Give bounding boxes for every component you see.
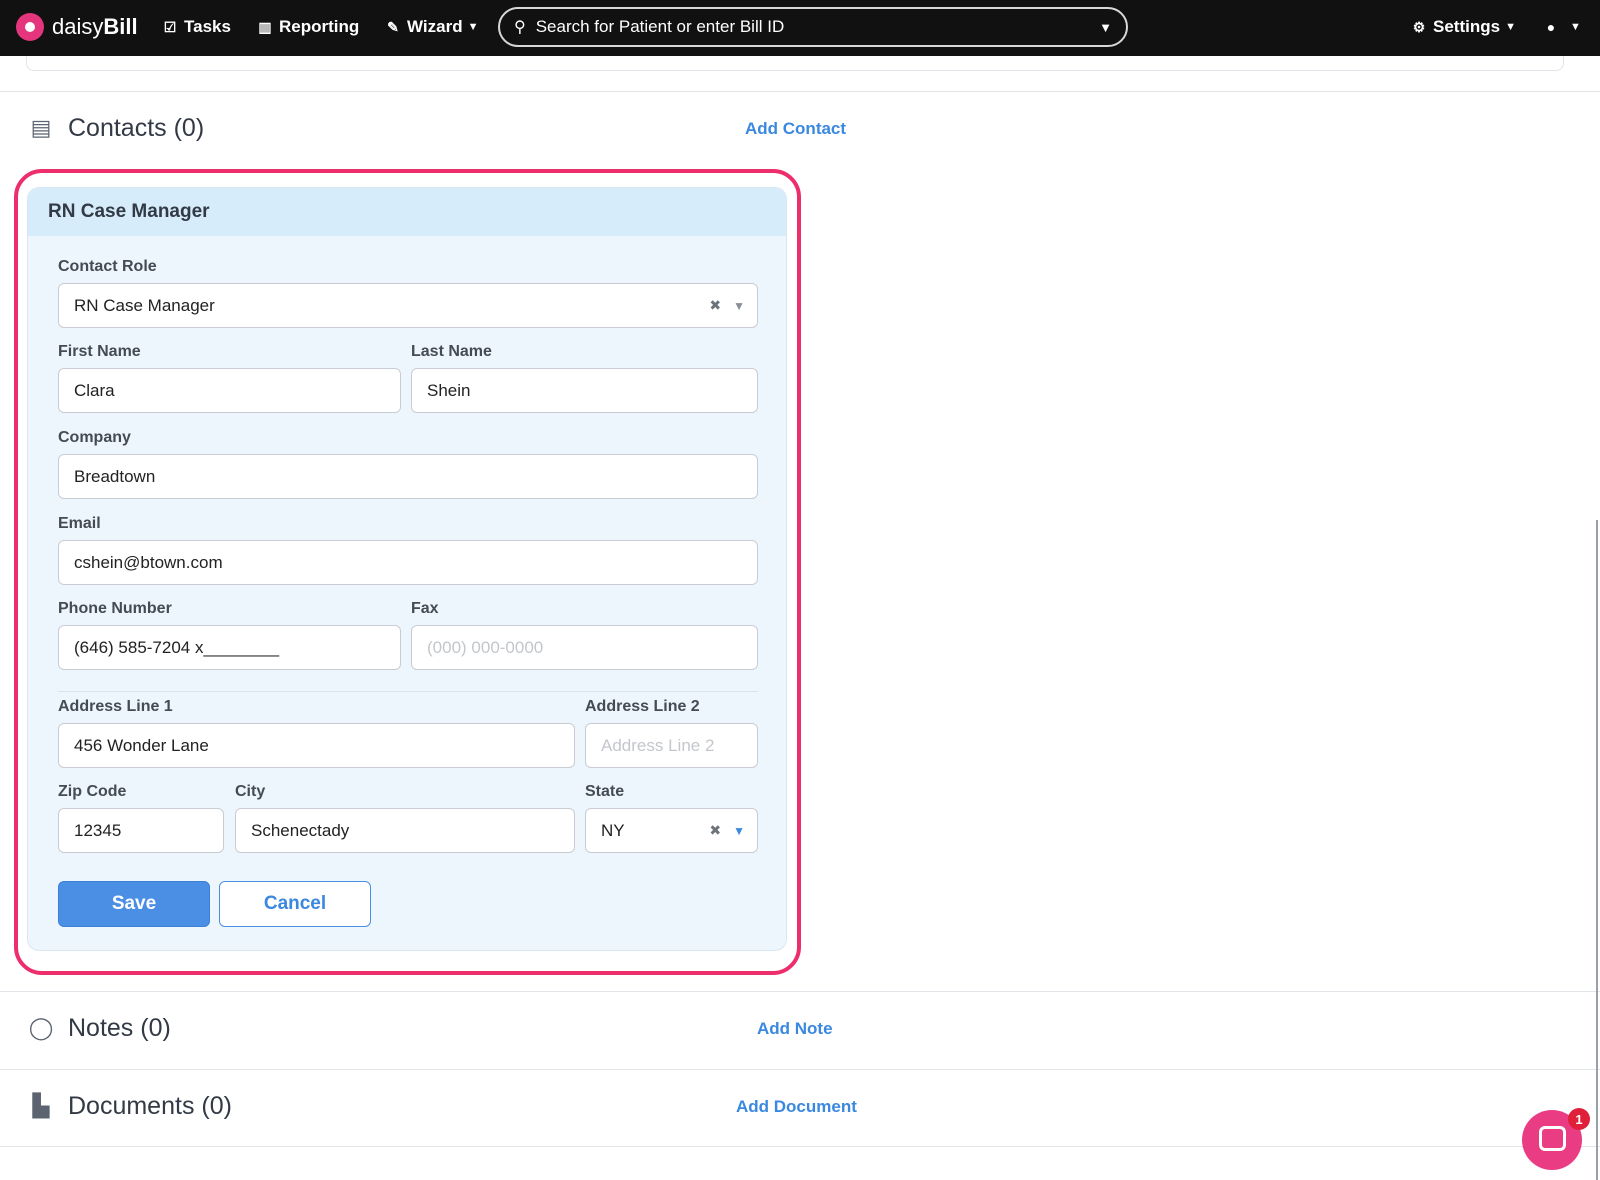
nav-reporting-label: Reporting bbox=[279, 17, 360, 36]
company-field[interactable] bbox=[58, 454, 758, 499]
first-name-field[interactable] bbox=[58, 368, 401, 413]
search-icon: ⚲ bbox=[514, 19, 526, 36]
section-divider bbox=[0, 91, 1600, 92]
state-value: NY bbox=[601, 820, 625, 840]
address-line-1-field[interactable] bbox=[58, 723, 575, 768]
chevron-down-icon[interactable]: ▼ bbox=[1099, 20, 1112, 35]
city-field[interactable] bbox=[235, 808, 575, 853]
speech-bubble-icon: ◯ bbox=[28, 1015, 54, 1040]
phone-number-field[interactable] bbox=[58, 625, 401, 670]
nav-settings-label: Settings bbox=[1433, 17, 1501, 36]
fax-field[interactable] bbox=[411, 625, 758, 670]
contact-card-header: RN Case Manager bbox=[28, 188, 786, 236]
documents-title: Documents (0) bbox=[68, 1091, 232, 1120]
notes-section-header: ◯ Notes (0) bbox=[28, 1010, 171, 1046]
fax-label: Fax bbox=[411, 600, 439, 617]
chat-icon bbox=[1539, 1126, 1566, 1151]
email-field[interactable] bbox=[58, 540, 758, 585]
company-label: Company bbox=[58, 429, 131, 446]
chevron-down-icon: ▼ bbox=[1570, 21, 1581, 33]
section-divider bbox=[0, 1069, 1600, 1070]
cancel-button[interactable]: Cancel bbox=[219, 881, 371, 927]
section-divider bbox=[0, 991, 1600, 992]
zip-code-field[interactable] bbox=[58, 808, 224, 853]
bar-chart-icon: ▥ bbox=[258, 18, 272, 35]
section-divider bbox=[0, 1146, 1600, 1147]
contact-form-card: RN Case Manager Contact Role RN Case Man… bbox=[27, 187, 787, 951]
documents-section-header: ▙ Documents (0) bbox=[28, 1088, 232, 1124]
contacts-title: Contacts (0) bbox=[68, 113, 205, 142]
contact-card-icon: ▤ bbox=[30, 115, 52, 140]
contact-role-value: RN Case Manager bbox=[74, 295, 215, 315]
save-button[interactable]: Save bbox=[58, 881, 210, 927]
email-label: Email bbox=[58, 515, 101, 532]
last-name-field[interactable] bbox=[411, 368, 758, 413]
contact-role-label: Contact Role bbox=[58, 258, 157, 275]
clipboard-check-icon: ☑ bbox=[163, 18, 177, 35]
last-name-label: Last Name bbox=[411, 343, 492, 360]
contact-role-select[interactable]: RN Case Manager ✖ ▼ bbox=[58, 283, 758, 328]
nav-wizard-label: Wizard bbox=[407, 17, 463, 36]
chat-notification-badge: 1 bbox=[1568, 1108, 1590, 1130]
state-select[interactable]: NY ✖ ▼ bbox=[585, 808, 758, 853]
chevron-down-icon: ▼ bbox=[467, 21, 479, 33]
user-circle-icon: ● bbox=[1546, 19, 1556, 35]
logo-text-bold: Bill bbox=[103, 14, 138, 39]
zip-code-label: Zip Code bbox=[58, 783, 127, 800]
search-placeholder: Search for Patient or enter Bill ID bbox=[535, 17, 785, 36]
patient-search-input[interactable]: ⚲ Search for Patient or enter Bill ID ▼ bbox=[498, 7, 1128, 47]
chevron-down-icon[interactable]: ▼ bbox=[733, 824, 745, 838]
nav-settings[interactable]: ⚙ Settings ▼ bbox=[1411, 14, 1516, 40]
address-line-2-field[interactable] bbox=[585, 723, 758, 768]
logo-text-light: daisy bbox=[52, 14, 104, 39]
chevron-down-icon: ▼ bbox=[1505, 21, 1516, 33]
pdf-document-icon: ▙ bbox=[32, 1093, 50, 1118]
notes-title: Notes (0) bbox=[68, 1013, 171, 1042]
clear-icon[interactable]: ✖ bbox=[709, 822, 721, 839]
nav-account-menu[interactable]: ● ▼ bbox=[1543, 14, 1581, 40]
address-line-1-label: Address Line 1 bbox=[58, 698, 173, 715]
logo-text: daisyBill bbox=[52, 14, 138, 40]
top-navigation-bar: daisyBill ☑ Tasks ▥ Reporting ✎ Wizard ▼… bbox=[0, 0, 1600, 56]
city-label: City bbox=[235, 783, 266, 800]
contacts-section-header: ▤ Contacts (0) bbox=[28, 110, 205, 146]
phone-number-label: Phone Number bbox=[58, 600, 172, 617]
previous-section-card bbox=[26, 56, 1564, 71]
page-scrollbar[interactable] bbox=[1596, 520, 1598, 1180]
add-note-link[interactable]: Add Note bbox=[757, 1019, 833, 1039]
add-contact-link[interactable]: Add Contact bbox=[745, 119, 846, 139]
clear-icon[interactable]: ✖ bbox=[709, 297, 721, 314]
state-label: State bbox=[585, 783, 625, 800]
add-document-link[interactable]: Add Document bbox=[736, 1097, 857, 1117]
daisybill-logo[interactable]: daisyBill bbox=[16, 12, 138, 42]
magic-wand-icon: ✎ bbox=[387, 18, 399, 35]
first-name-label: First Name bbox=[58, 343, 141, 360]
nav-wizard[interactable]: ✎ Wizard ▼ bbox=[385, 14, 478, 40]
form-divider bbox=[58, 691, 758, 692]
daisy-flower-icon bbox=[16, 13, 44, 41]
nav-tasks-label: Tasks bbox=[184, 17, 231, 36]
address-line-2-label: Address Line 2 bbox=[585, 698, 700, 715]
gear-icon: ⚙ bbox=[1412, 18, 1426, 35]
chevron-down-icon[interactable]: ▼ bbox=[733, 299, 745, 313]
nav-reporting[interactable]: ▥ Reporting bbox=[257, 14, 359, 40]
nav-tasks[interactable]: ☑ Tasks bbox=[162, 14, 231, 40]
